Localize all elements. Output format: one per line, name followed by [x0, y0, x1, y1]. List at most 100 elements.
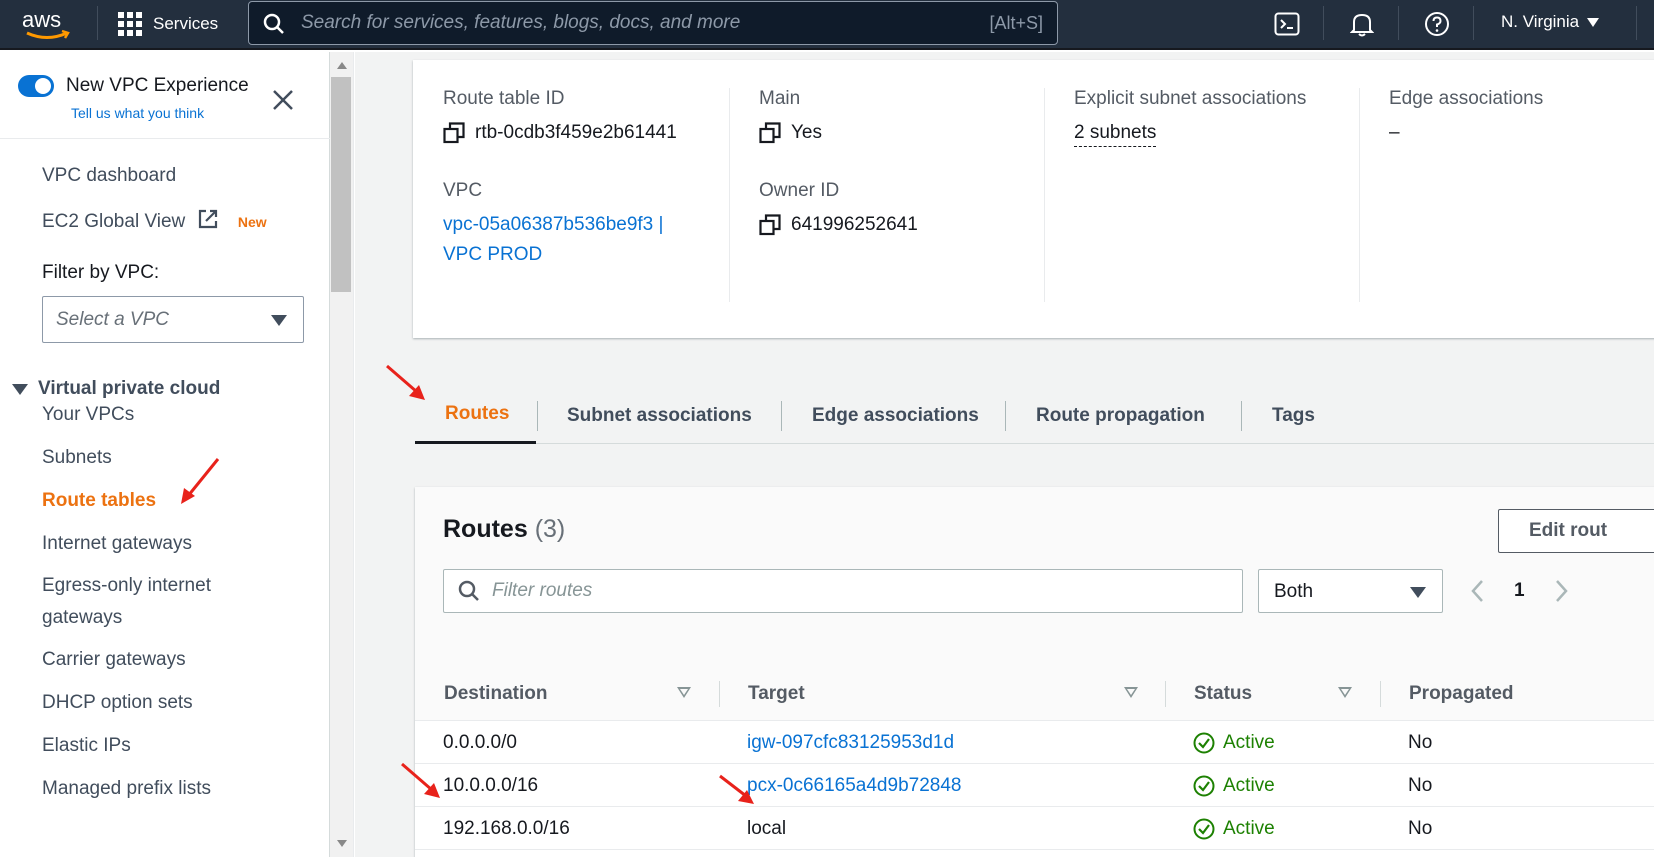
column-divider [729, 88, 730, 302]
tab-edge-associations[interactable]: Edge associations [782, 387, 1009, 444]
side-navigation: New VPC Experience Tell us what you thin… [0, 52, 330, 857]
aws-logo[interactable]: aws [21, 6, 73, 42]
sidebar-item-ec2-global-view[interactable]: EC2 Global View New [42, 208, 267, 233]
filter-routes-field[interactable] [443, 569, 1243, 613]
vpc-link[interactable]: vpc-05a06387b536be9f3 | VPC PROD [443, 210, 663, 270]
tab-route-propagation[interactable]: Route propagation [1006, 387, 1235, 444]
table-row: 0.0.0.0/0 igw-097cfc83125953d1d Active N… [415, 721, 1654, 764]
tab-tags[interactable]: Tags [1242, 387, 1345, 444]
route-table-id-value: rtb-0cdb3f459e2b61441 [443, 122, 677, 144]
scroll-down-arrow-icon[interactable] [337, 840, 347, 847]
vpc-filter-placeholder: Select a VPC [56, 309, 169, 330]
expand-triangle-icon [12, 383, 28, 395]
column-header-status[interactable]: Status [1194, 667, 1252, 721]
feedback-link[interactable]: Tell us what you think [71, 105, 204, 121]
sort-icon[interactable] [677, 687, 691, 698]
services-menu-button[interactable]: Services [118, 9, 218, 39]
sidebar-item-egress-only-gateways[interactable]: Egress-only internet [42, 575, 211, 597]
column-header-propagated[interactable]: Propagated [1409, 667, 1514, 721]
explicit-subnet-associations-value[interactable]: 2 subnets [1074, 122, 1157, 147]
routes-count: (3) [534, 515, 566, 543]
section-virtual-private-cloud[interactable]: Virtual private cloud [12, 378, 220, 400]
copy-icon[interactable] [443, 122, 465, 144]
annotation-arrow [181, 458, 220, 504]
section-title: Virtual private cloud [38, 378, 221, 399]
route-type-select[interactable]: Both [1258, 569, 1443, 613]
routes-panel: Routes (3) Edit rout Both 1 [415, 487, 1654, 857]
copy-icon[interactable] [759, 214, 781, 236]
chevron-right-icon[interactable] [1555, 579, 1569, 603]
sidebar-item-subnets[interactable]: Subnets [42, 447, 112, 469]
vpc-link-line1[interactable]: vpc-05a06387b536be9f3 | [443, 210, 663, 240]
sidebar-item-label: EC2 Global View [42, 211, 186, 232]
vpc-filter-select[interactable]: Select a VPC [42, 296, 304, 343]
route-table-id-label: Route table ID [443, 88, 565, 109]
owner-id-value: 641996252641 [759, 214, 918, 236]
edge-associations-label: Edge associations [1389, 88, 1544, 109]
sidebar-item-route-tables[interactable]: Route tables [42, 490, 156, 512]
current-page[interactable]: 1 [1514, 580, 1525, 602]
details-column-4: Edge associations – [1389, 88, 1654, 302]
sidebar-item-dhcp-option-sets[interactable]: DHCP option sets [42, 692, 193, 714]
experience-title: New VPC Experience [66, 75, 249, 96]
sort-icon[interactable] [1124, 687, 1138, 698]
main-label: Main [759, 88, 801, 109]
sidebar-item-elastic-ips[interactable]: Elastic IPs [42, 735, 131, 757]
cell-destination: 10.0.0.0/16 [443, 774, 539, 796]
search-icon [263, 13, 284, 34]
scrollbar-thumb[interactable] [331, 77, 351, 292]
global-search-input[interactable] [301, 2, 961, 44]
new-experience-toggle[interactable] [18, 75, 54, 97]
column-header-destination[interactable]: Destination [444, 667, 547, 721]
sidebar-item-carrier-gateways[interactable]: Carrier gateways [42, 649, 186, 671]
pagination: 1 [1470, 573, 1569, 609]
filter-by-vpc-label: Filter by VPC: [42, 262, 160, 283]
cell-status: Active [1193, 721, 1275, 764]
edit-routes-button[interactable]: Edit rout [1498, 509, 1654, 553]
chevron-left-icon[interactable] [1470, 579, 1484, 603]
sidebar-item-vpc-dashboard[interactable]: VPC dashboard [42, 165, 176, 187]
cell-target-link[interactable]: igw-097cfc83125953d1d [747, 721, 954, 764]
sidebar-item-egress-only-gateways-line2[interactable]: gateways [42, 607, 122, 629]
column-divider [719, 681, 720, 707]
sidebar-item-your-vpcs[interactable]: Your VPCs [42, 404, 134, 426]
vpc-link-line2[interactable]: VPC PROD [443, 240, 663, 270]
route-table-tabs: Routes Subnet associations Edge associat… [415, 387, 1654, 444]
route-table-id-text: rtb-0cdb3f459e2b61441 [475, 122, 677, 143]
caret-down-icon [1410, 587, 1426, 598]
cell-target-link[interactable]: pcx-0c66165a4d9b72848 [747, 764, 961, 807]
scroll-up-arrow-icon[interactable] [337, 62, 347, 69]
vpc-label: VPC [443, 180, 483, 201]
sidebar-item-internet-gateways[interactable]: Internet gateways [42, 533, 192, 555]
nav-divider [1473, 6, 1474, 40]
external-link-icon [198, 209, 217, 229]
sidebar-item-managed-prefix-lists[interactable]: Managed prefix lists [42, 778, 211, 800]
details-column-3: Explicit subnet associations 2 subnets [1074, 88, 1404, 302]
global-search[interactable]: [Alt+S] [248, 1, 1058, 45]
cell-propagated: No [1408, 817, 1433, 839]
route-type-value: Both [1274, 581, 1314, 602]
search-icon [458, 580, 479, 601]
cell-destination: 0.0.0.0/0 [443, 731, 517, 753]
nav-divider [1398, 6, 1399, 40]
bell-icon[interactable] [1347, 9, 1377, 39]
region-selector[interactable]: N. Virginia [1501, 12, 1600, 32]
cloudshell-icon[interactable] [1272, 9, 1302, 39]
tab-subnet-associations[interactable]: Subnet associations [537, 387, 782, 444]
status-text: Active [1223, 817, 1275, 839]
region-label: N. Virginia [1501, 12, 1580, 31]
filter-routes-input[interactable] [492, 570, 1232, 612]
routes-title: Routes (3) [443, 515, 565, 544]
cell-destination: 192.168.0.0/16 [443, 817, 570, 839]
column-header-target[interactable]: Target [748, 667, 805, 721]
subnets-popover-trigger[interactable]: 2 subnets [1074, 122, 1157, 147]
copy-icon[interactable] [759, 122, 781, 144]
sort-icon[interactable] [1338, 687, 1352, 698]
help-icon[interactable] [1422, 9, 1452, 39]
new-badge: New [237, 214, 267, 230]
tab-routes[interactable]: Routes [415, 387, 536, 444]
sidebar-scrollbar[interactable] [330, 52, 354, 857]
cell-target: local [747, 817, 787, 839]
close-icon[interactable] [271, 88, 295, 112]
routes-table-header: Destination Target Status Propagated [415, 667, 1654, 721]
